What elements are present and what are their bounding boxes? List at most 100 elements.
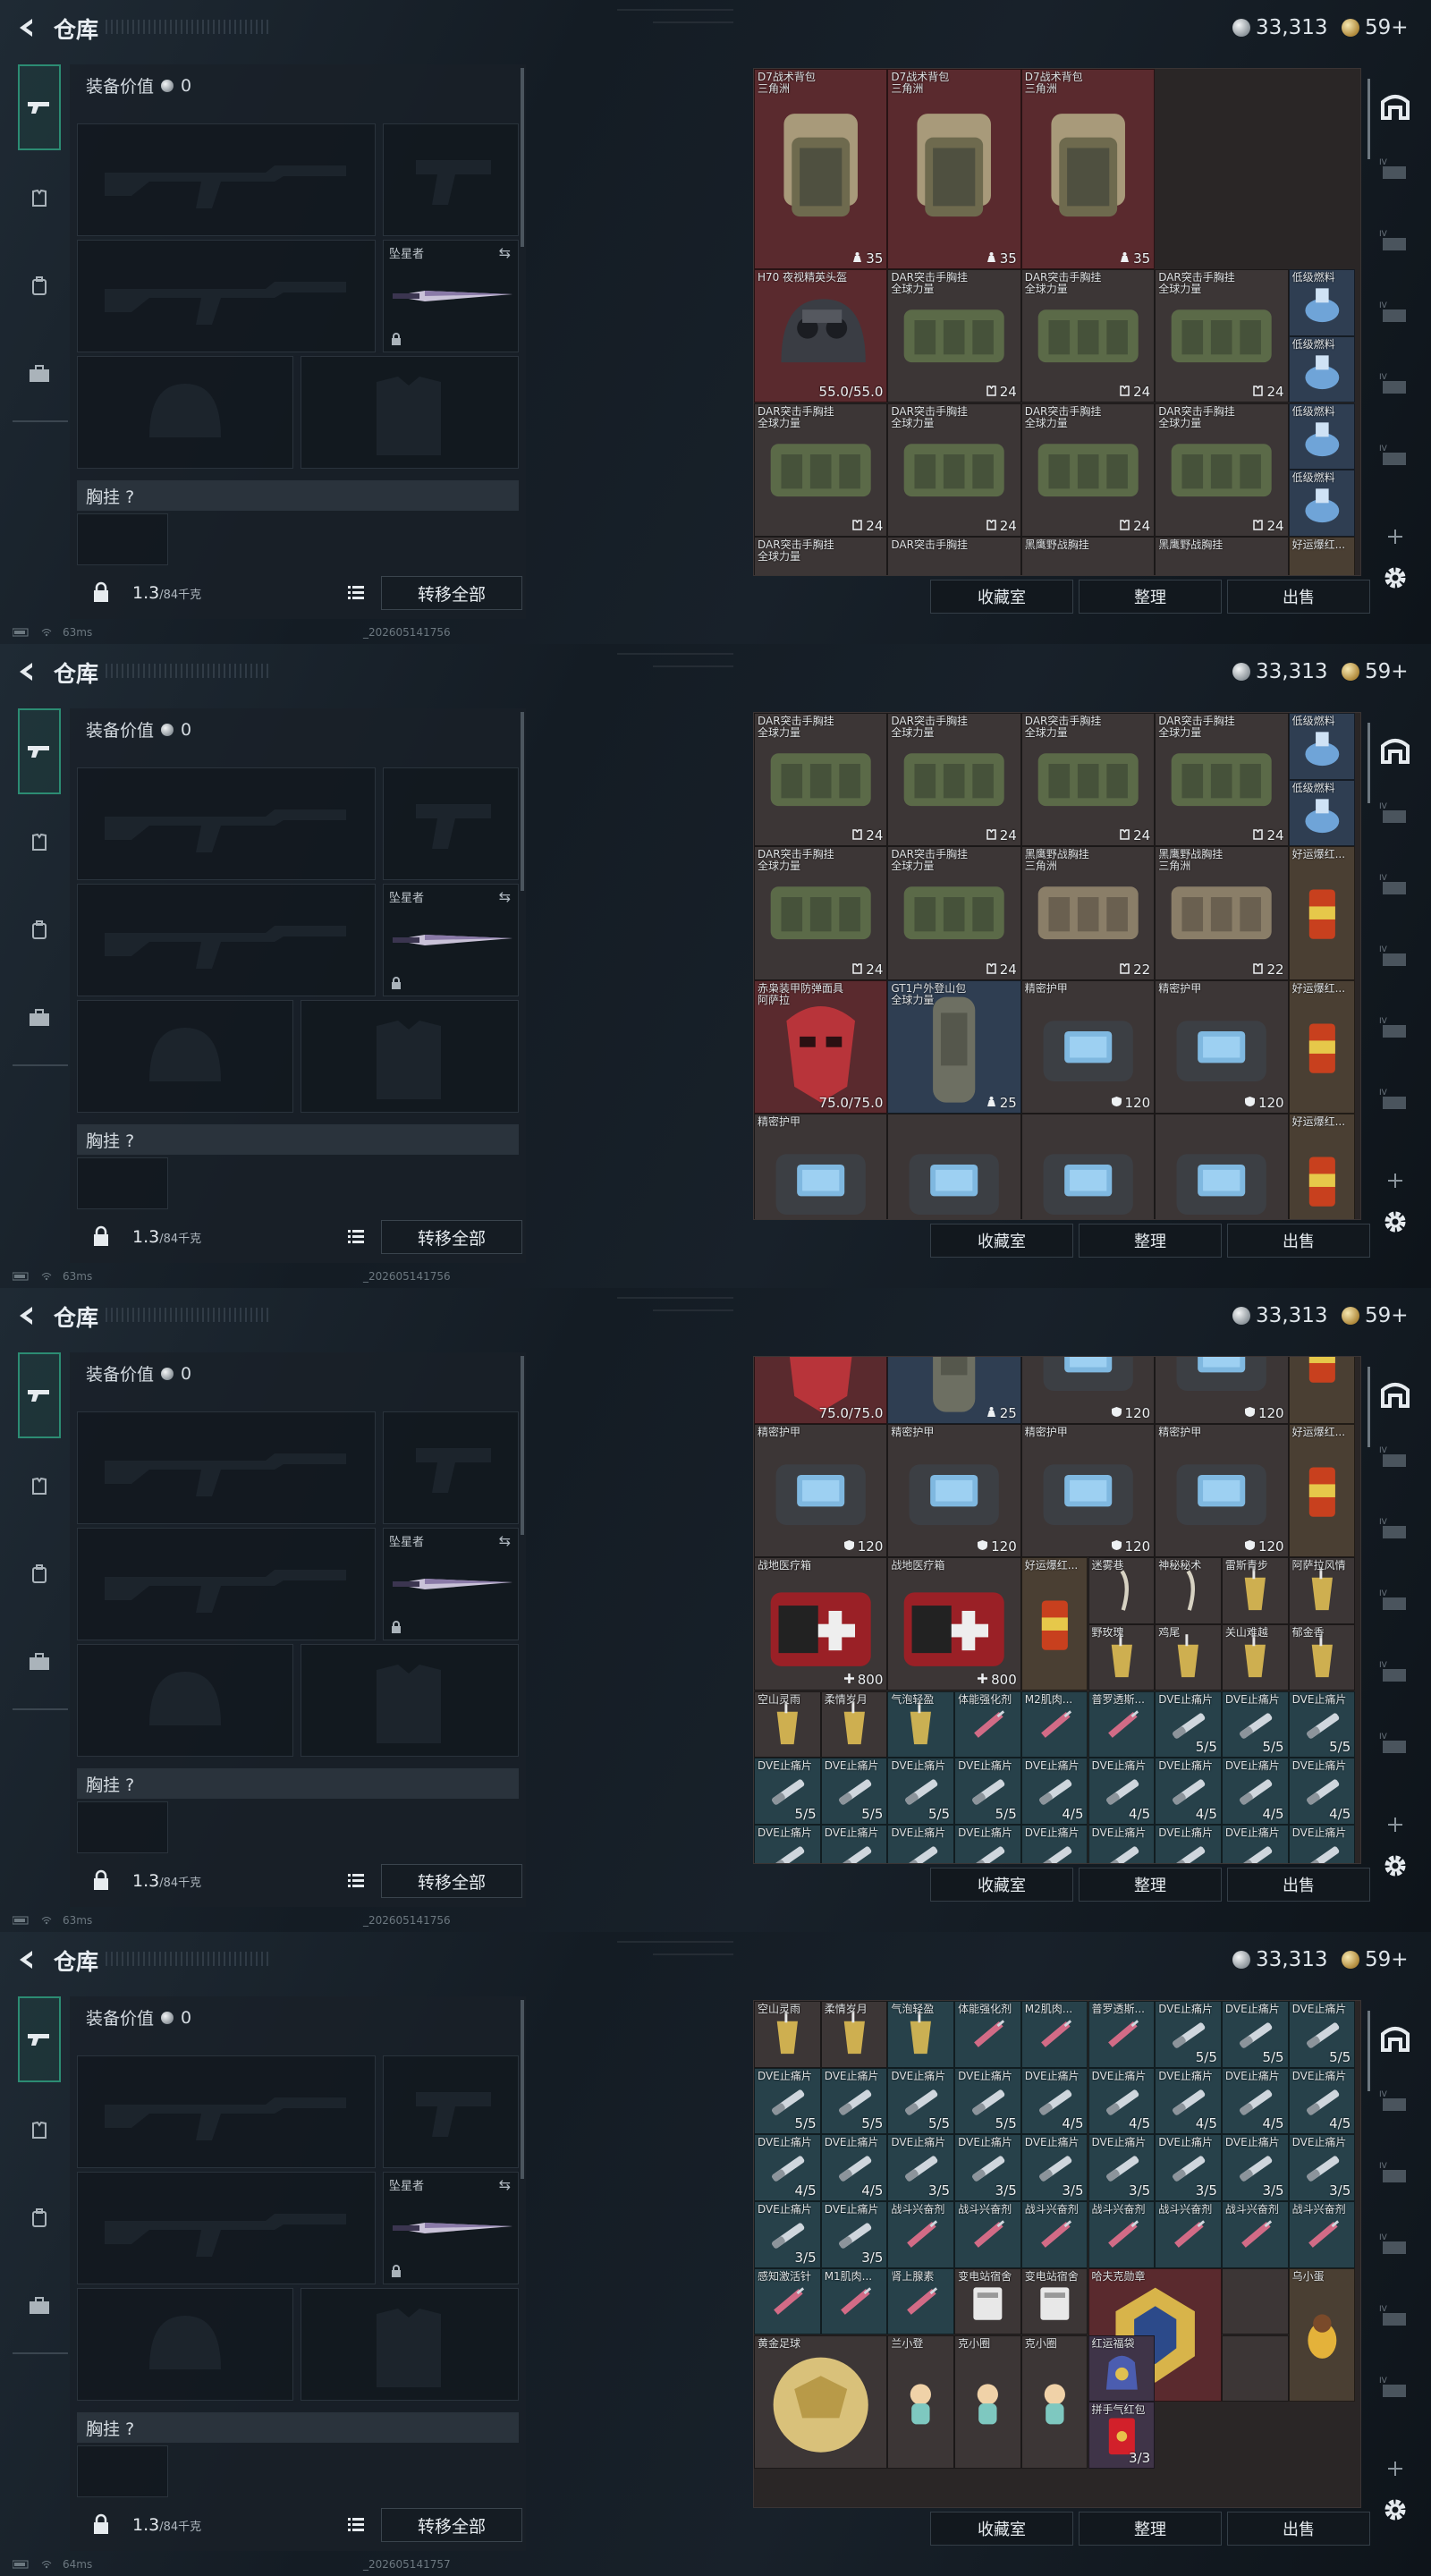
stash-item[interactable]: 黑鹰野战胸挂 三角洲 22 xyxy=(1155,846,1289,980)
stash-item[interactable]: D7战术背包 三角洲 35 xyxy=(887,69,1021,270)
stash-item[interactable]: DVE止痛片 4/5 xyxy=(1155,1758,1222,1825)
stash-item[interactable]: DAR突击手胸挂 xyxy=(887,536,1021,575)
stash-item[interactable]: 25 xyxy=(887,1357,1021,1424)
stash-item[interactable]: 低级燃料 xyxy=(1288,470,1356,537)
stash-item[interactable]: DVE止痛片 5/5 xyxy=(1221,1690,1289,1758)
stash-item[interactable]: DAR突击手胸挂 全球力量 24 xyxy=(754,402,888,537)
stash-item[interactable]: 感知激活针 xyxy=(754,2267,821,2335)
gold-currency[interactable]: 59+ xyxy=(1342,1946,1409,1973)
pistol-slot[interactable] xyxy=(383,1411,519,1524)
stash-item[interactable]: 神秘秘术 xyxy=(1155,1557,1222,1624)
tab-gear[interactable] xyxy=(20,1555,59,1594)
stash-item[interactable] xyxy=(1155,1114,1289,1219)
pistol-slot[interactable] xyxy=(383,2055,519,2168)
stash-item[interactable]: DAR突击手胸挂 全球力量 24 xyxy=(754,846,888,980)
body-armor-slot[interactable] xyxy=(301,1644,519,1757)
tab-armor[interactable] xyxy=(20,2111,59,2150)
stash-item[interactable]: DVE止痛片 xyxy=(1020,1824,1088,1863)
stash-item[interactable]: 红运福袋 xyxy=(1088,2334,1156,2402)
stash-item[interactable]: DAR突击手胸挂 全球力量 24 xyxy=(1020,269,1156,403)
tab-weapons[interactable] xyxy=(18,64,61,150)
vest-slot[interactable] xyxy=(77,2445,168,2497)
melee-slot[interactable]: 坠星者 ⇆ xyxy=(383,1528,519,1640)
stash-item[interactable]: D7战术背包 三角洲 35 xyxy=(754,69,888,270)
tab-weapons[interactable] xyxy=(18,708,61,794)
equipment-scrollbar[interactable] xyxy=(521,712,524,891)
transfer-all-button[interactable]: 转移全部 xyxy=(381,2508,522,2542)
equipment-scrollbar[interactable] xyxy=(521,2000,524,2179)
stash-item[interactable]: DVE止痛片 5/5 xyxy=(887,1758,955,1825)
stash-item[interactable]: DAR突击手胸挂 全球力量 xyxy=(754,536,888,575)
stash-item[interactable]: 兰小登 xyxy=(887,2334,955,2469)
primary-weapon-slot[interactable] xyxy=(77,123,376,236)
add-container-button[interactable] xyxy=(1377,519,1413,555)
transfer-all-button[interactable]: 转移全部 xyxy=(381,576,522,610)
stash-item[interactable]: DVE止痛片 xyxy=(1288,1824,1356,1863)
stash-item[interactable]: 低级燃料 xyxy=(1288,713,1356,780)
tab-gear[interactable] xyxy=(20,911,59,950)
secondary-weapon-slot[interactable] xyxy=(77,1528,376,1640)
container-tab[interactable]: IV xyxy=(1377,2374,1413,2410)
tab-case[interactable] xyxy=(20,1642,59,1682)
vest-help-icon[interactable]: ? xyxy=(125,2419,134,2439)
stash-item[interactable]: DAR突击手胸挂 全球力量 24 xyxy=(754,713,888,847)
stash-item[interactable]: DVE止痛片 4/5 xyxy=(754,2134,821,2202)
list-icon[interactable] xyxy=(345,2513,367,2535)
stash-item[interactable]: DVE止痛片 xyxy=(754,1824,821,1863)
helmet-slot[interactable] xyxy=(77,1644,293,1757)
stash-item[interactable]: DAR突击手胸挂 全球力量 24 xyxy=(1155,269,1289,403)
stash-item[interactable]: DVE止痛片 xyxy=(1088,1824,1156,1863)
transfer-all-button[interactable]: 转移全部 xyxy=(381,1864,522,1898)
stash-item[interactable]: 低级燃料 xyxy=(1288,779,1356,847)
stash-item[interactable]: 鸡尾 xyxy=(1155,1623,1222,1691)
tab-armor[interactable] xyxy=(20,1467,59,1506)
stash-item[interactable]: 体能强化剂 xyxy=(954,2001,1021,2068)
stash-item[interactable]: 关山难越 xyxy=(1221,1623,1289,1691)
transfer-all-button[interactable]: 转移全部 xyxy=(381,1220,522,1254)
list-icon[interactable] xyxy=(345,1225,367,1247)
container-tab[interactable]: IV xyxy=(1377,156,1413,191)
equipment-scrollbar[interactable] xyxy=(521,68,524,247)
stash-item[interactable]: 雷斯青步 xyxy=(1221,1557,1289,1624)
back-button[interactable] xyxy=(13,1946,39,1973)
sort-button[interactable]: 整理 xyxy=(1079,1224,1222,1258)
sort-button[interactable]: 整理 xyxy=(1079,2512,1222,2546)
stash-item[interactable]: 好运爆红... xyxy=(1288,979,1356,1114)
stash-item[interactable]: 变电站宿舍 xyxy=(954,2267,1021,2335)
stash-item[interactable]: 黑鹰野战胸挂 xyxy=(1155,536,1289,575)
stash-item[interactable]: 战斗兴奋剂 xyxy=(954,2201,1021,2268)
container-tab[interactable]: IV xyxy=(1377,2302,1413,2338)
container-tab[interactable]: IV xyxy=(1377,2231,1413,2267)
vest-help-icon[interactable]: ? xyxy=(125,487,134,507)
stash-item[interactable]: 战斗兴奋剂 xyxy=(1221,2201,1289,2268)
primary-weapon-slot[interactable] xyxy=(77,2055,376,2168)
settings-button[interactable] xyxy=(1377,1848,1413,1884)
container-tab[interactable]: IV xyxy=(1377,1587,1413,1623)
container-tab[interactable]: IV xyxy=(1377,1444,1413,1479)
stash-item[interactable]: DVE止痛片 5/5 xyxy=(1288,1690,1356,1758)
stash-item[interactable]: DAR突击手胸挂 全球力量 24 xyxy=(887,402,1021,537)
settings-button[interactable] xyxy=(1377,1204,1413,1240)
stash-item[interactable]: 变电站宿舍 xyxy=(1020,2267,1088,2335)
stash-item[interactable]: 乌小蛋 xyxy=(1288,2267,1356,2402)
list-icon[interactable] xyxy=(345,1869,367,1891)
settings-button[interactable] xyxy=(1377,560,1413,596)
favorites-button[interactable]: 收藏室 xyxy=(930,2512,1073,2546)
stash-item[interactable]: 气泡轻盈 xyxy=(887,2001,955,2068)
stash-item[interactable]: 好运爆红... xyxy=(1288,846,1356,980)
stash-item[interactable]: 战斗兴奋剂 xyxy=(887,2201,955,2268)
helmet-slot[interactable] xyxy=(77,2288,293,2401)
stash-item[interactable]: 战斗兴奋剂 xyxy=(1288,2201,1356,2268)
container-tab[interactable]: IV xyxy=(1377,1730,1413,1766)
stash-item[interactable]: DVE止痛片 3/5 xyxy=(820,2201,888,2268)
tab-case[interactable] xyxy=(20,998,59,1038)
stash-item[interactable]: DVE止痛片 4/5 xyxy=(820,2134,888,2202)
stash-item[interactable]: 空山灵雨 xyxy=(754,2001,821,2068)
container-tab[interactable]: IV xyxy=(1377,1515,1413,1551)
stash-item[interactable]: DVE止痛片 3/5 xyxy=(954,2134,1021,2202)
body-armor-slot[interactable] xyxy=(301,2288,519,2401)
stash-item[interactable]: 低级燃料 xyxy=(1288,335,1356,403)
tab-case[interactable] xyxy=(20,354,59,394)
stash-item[interactable]: H70 夜视精英头盔 55.0/55.0 xyxy=(754,269,888,403)
melee-slot[interactable]: 坠星者 ⇆ xyxy=(383,240,519,352)
